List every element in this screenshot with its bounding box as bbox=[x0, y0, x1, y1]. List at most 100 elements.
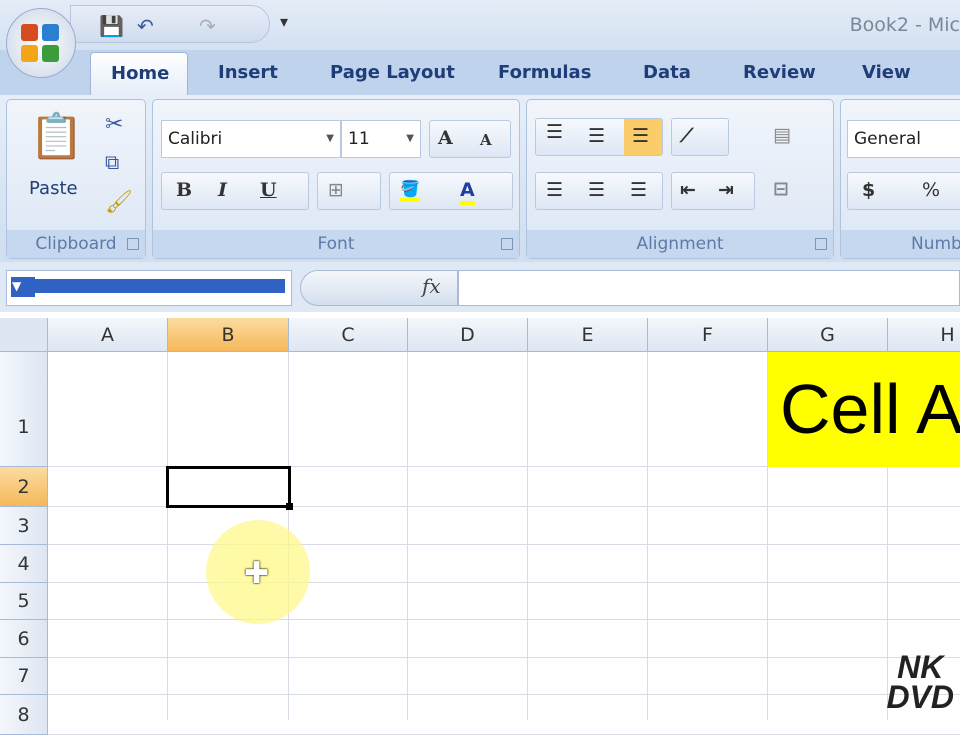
merge-center-icon[interactable]: ⊟ bbox=[773, 178, 789, 200]
number-format-dropdown[interactable]: General bbox=[847, 120, 960, 158]
column-header-d[interactable]: D bbox=[408, 318, 528, 352]
row-header-8[interactable]: 8 bbox=[0, 695, 48, 735]
clipboard-label: Clipboard bbox=[7, 230, 145, 258]
grow-font-button[interactable]: A bbox=[438, 127, 453, 149]
tab-page-layout[interactable]: Page Layout bbox=[330, 62, 455, 83]
undo-icon[interactable]: ↶ bbox=[137, 14, 154, 38]
gridline bbox=[48, 694, 960, 695]
clipboard-group: 📋 Paste ✂ ⧉ 🖌 Clipboard bbox=[6, 99, 146, 259]
tab-view[interactable]: View bbox=[862, 62, 911, 83]
horizontal-align-buttons: ☰ ☰ ☰ bbox=[535, 172, 663, 210]
row-header-2[interactable]: 2 bbox=[0, 467, 48, 507]
align-left-icon[interactable]: ☰ bbox=[546, 179, 563, 201]
tab-home-active[interactable]: Home bbox=[90, 52, 188, 98]
dialog-launcher-icon[interactable] bbox=[815, 238, 827, 250]
tab-formulas[interactable]: Formulas bbox=[498, 62, 591, 83]
align-right-icon[interactable]: ☰ bbox=[630, 179, 647, 201]
column-header-g[interactable]: G bbox=[768, 318, 888, 352]
redo-icon[interactable]: ↷ bbox=[199, 14, 216, 38]
font-size-value: 11 bbox=[348, 129, 370, 149]
align-center-icon[interactable]: ☰ bbox=[588, 179, 605, 201]
alignment-group: ☰ ☰ ☰ ⟋ ☰ ☰ ☰ ⇤ ⇥ ▤ ⊟ Alignment bbox=[526, 99, 834, 259]
currency-button[interactable]: $ bbox=[862, 179, 875, 201]
row-header-3[interactable]: 3 bbox=[0, 507, 48, 545]
row-header-1[interactable]: 1 bbox=[0, 352, 48, 467]
number-group: General $ % Numb bbox=[840, 99, 960, 259]
alignment-label: Alignment bbox=[527, 230, 833, 258]
column-header-f[interactable]: F bbox=[648, 318, 768, 352]
row-header-4[interactable]: 4 bbox=[0, 545, 48, 583]
gridline bbox=[48, 582, 960, 583]
dialog-launcher-icon[interactable] bbox=[127, 238, 139, 250]
formula-input[interactable] bbox=[458, 270, 960, 306]
indent-buttons: ⇤ ⇥ bbox=[671, 172, 755, 210]
italic-button[interactable]: I bbox=[218, 179, 227, 201]
tab-insert[interactable]: Insert bbox=[218, 62, 278, 83]
cell-cursor-icon: ✚ bbox=[244, 556, 270, 591]
top-align-icon[interactable]: ☰ bbox=[546, 121, 563, 143]
style-buttons: B I U bbox=[161, 172, 309, 210]
bold-button[interactable]: B bbox=[176, 179, 192, 201]
wrap-text-icon[interactable]: ▤ bbox=[773, 124, 791, 146]
cut-icon[interactable]: ✂ bbox=[105, 112, 123, 137]
dialog-launcher-icon[interactable] bbox=[501, 238, 513, 250]
number-label: Numb bbox=[841, 230, 960, 258]
orientation-button[interactable]: ⟋ bbox=[671, 118, 729, 156]
gridline bbox=[48, 619, 960, 620]
row-header-6[interactable]: 6 bbox=[0, 620, 48, 658]
gridline bbox=[407, 352, 408, 720]
font-name-value: Calibri bbox=[168, 129, 223, 149]
font-color-button[interactable]: A bbox=[460, 179, 475, 205]
chevron-down-icon[interactable]: ▼ bbox=[11, 279, 285, 293]
shrink-font-button[interactable]: A bbox=[480, 131, 492, 149]
bottom-align-icon[interactable]: ☰ bbox=[624, 119, 662, 155]
fill-color-icon[interactable]: 🪣 bbox=[400, 179, 420, 202]
gridline bbox=[647, 352, 648, 720]
paste-button[interactable]: Paste bbox=[29, 178, 78, 199]
customize-qat-button[interactable]: ▾ bbox=[280, 12, 288, 31]
column-header-a[interactable]: A bbox=[48, 318, 168, 352]
number-buttons: $ % bbox=[847, 172, 960, 210]
quick-access-toolbar: 💾 ↶ ↷ bbox=[70, 5, 270, 43]
gridline bbox=[527, 352, 528, 720]
tab-data[interactable]: Data bbox=[643, 62, 691, 83]
gridline bbox=[48, 657, 960, 658]
vertical-align-buttons: ☰ ☰ ☰ bbox=[535, 118, 663, 156]
office-button[interactable] bbox=[6, 8, 76, 78]
font-name-dropdown[interactable]: Calibri ▼ bbox=[161, 120, 341, 158]
name-box[interactable]: B2▼ bbox=[6, 270, 292, 306]
percent-button[interactable]: % bbox=[922, 179, 940, 201]
underline-button[interactable]: U bbox=[260, 179, 277, 201]
tab-home-label: Home bbox=[111, 63, 170, 84]
column-header-e[interactable]: E bbox=[528, 318, 648, 352]
format-painter-icon[interactable]: 🖌 bbox=[105, 190, 133, 215]
column-header-c[interactable]: C bbox=[289, 318, 408, 352]
column-header-h[interactable]: H bbox=[888, 318, 960, 352]
decrease-indent-icon[interactable]: ⇤ bbox=[680, 179, 696, 201]
tab-review[interactable]: Review bbox=[743, 62, 816, 83]
font-size-buttons: A A bbox=[429, 120, 511, 158]
font-group: Calibri ▼ 11 ▼ A A B I U ⊞ 🪣 A Font bbox=[152, 99, 520, 259]
cell-g1[interactable]: Cell A bbox=[768, 352, 960, 467]
column-header-b[interactable]: B bbox=[168, 318, 289, 352]
color-buttons: 🪣 A bbox=[389, 172, 513, 210]
ribbon: 📋 Paste ✂ ⧉ 🖌 Clipboard Calibri ▼ 11 ▼ A A… bbox=[0, 95, 960, 267]
font-label: Font bbox=[153, 230, 519, 258]
borders-button[interactable]: ⊞ bbox=[317, 172, 381, 210]
middle-align-icon[interactable]: ☰ bbox=[588, 125, 605, 147]
nk-dvd-logo: NK DVD bbox=[886, 649, 954, 715]
active-cell-b2[interactable] bbox=[166, 466, 293, 510]
orientation-icon: ⟋ bbox=[680, 125, 694, 147]
window-title: Book2 - Mic bbox=[849, 14, 960, 36]
row-header-5[interactable]: 5 bbox=[0, 583, 48, 620]
select-all-button[interactable] bbox=[0, 318, 48, 352]
insert-function-button[interactable]: fx bbox=[422, 274, 441, 298]
borders-icon: ⊞ bbox=[328, 179, 344, 201]
paste-icon[interactable]: 📋 bbox=[29, 110, 84, 162]
row-header-7[interactable]: 7 bbox=[0, 658, 48, 695]
gridline bbox=[167, 352, 168, 720]
save-icon[interactable]: 💾 bbox=[99, 14, 124, 38]
increase-indent-icon[interactable]: ⇥ bbox=[718, 179, 734, 201]
copy-icon[interactable]: ⧉ bbox=[105, 150, 119, 174]
font-size-dropdown[interactable]: 11 ▼ bbox=[341, 120, 421, 158]
